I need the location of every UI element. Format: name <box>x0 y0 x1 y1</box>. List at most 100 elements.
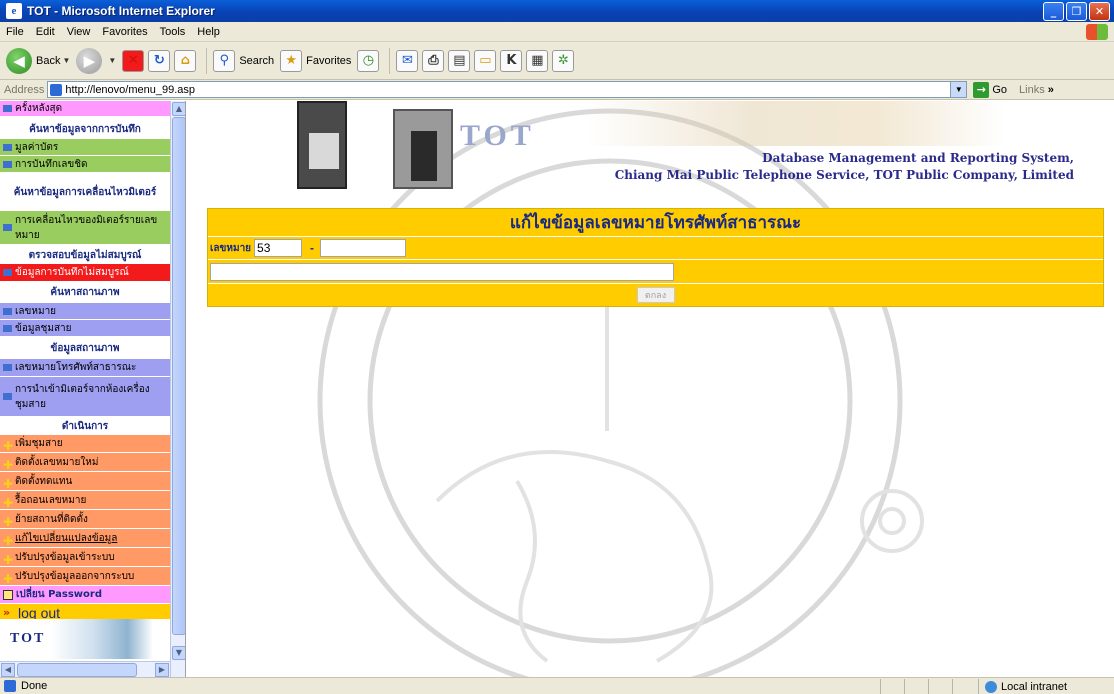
scroll-thumb[interactable] <box>172 117 185 635</box>
menu-item-label: ติดตั้งเลขหมายใหม่ <box>15 456 99 468</box>
menu-item-update-in[interactable]: ✚ ปรับปรุงข้อมูลเข้าระบบ <box>0 548 170 567</box>
bullet-icon <box>3 269 12 276</box>
number-row: เลขหมาย 53 - <box>208 237 1103 260</box>
scroll-right-icon[interactable]: ▶ <box>155 663 169 677</box>
menu-item-update-out[interactable]: ✚ ปรับปรุงข้อมูลออกจากระบบ <box>0 567 170 586</box>
menu-item-install-replace[interactable]: ✚ ติดตั้งทดแทน <box>0 472 170 491</box>
scroll-thumb[interactable] <box>17 663 137 677</box>
links-button[interactable]: Links » <box>1019 84 1054 96</box>
bullet-icon <box>3 393 12 400</box>
page-icon <box>4 680 16 692</box>
print-icon[interactable]: ⎙ <box>422 49 445 72</box>
menu-help[interactable]: Help <box>197 26 220 38</box>
page-icon <box>50 83 63 96</box>
chevron-down-icon[interactable]: ▼ <box>108 56 116 65</box>
system-title: Database Management and Reporting System… <box>762 151 1074 165</box>
menu-item-label: เลขหมายโทรศัพท์สาธารณะ <box>15 362 137 373</box>
menu-item-change-password[interactable]: เปลี่ยน Password <box>0 586 170 604</box>
detail-input[interactable] <box>210 262 674 281</box>
address-input[interactable]: http://lenovo/menu_99.asp ▼ <box>47 81 968 98</box>
menu-favorites[interactable]: Favorites <box>102 26 147 38</box>
mail-icon[interactable]: ✉ <box>396 49 419 72</box>
menu-item-public-phone-number[interactable]: เลขหมายโทรศัพท์สาธารณะ <box>0 359 170 377</box>
favorites-label: Favorites <box>306 54 352 67</box>
number-suffix-input[interactable] <box>320 239 407 257</box>
favorites-button[interactable]: ★ Favorites <box>280 49 352 72</box>
menu-item-label: แก้ไขเปลี่ยนแปลงข้อมูล <box>15 532 118 544</box>
home-icon[interactable]: ⌂ <box>174 49 197 72</box>
menu-item-latest[interactable]: ครั้งหลังสุด <box>0 101 170 117</box>
menu-item-meter-import[interactable]: การนำเข้ามิเตอร์จากห้องเครื่องชุมสาย <box>0 377 170 417</box>
scroll-left-icon[interactable]: ◀ <box>1 663 15 677</box>
menu-item-label: ครั้งหลังสุด <box>15 103 63 114</box>
menu-item-number[interactable]: เลขหมาย <box>0 303 170 320</box>
chevron-down-icon[interactable]: ▼ <box>950 82 967 97</box>
menu-item-card-value[interactable]: มูลค่าบัตร <box>0 139 170 156</box>
bullet-icon <box>3 364 12 371</box>
menu-file[interactable]: File <box>6 26 24 38</box>
key-icon <box>3 589 13 600</box>
tot-logo: TOT <box>460 119 535 152</box>
windows-logo-icon <box>1086 24 1108 40</box>
plus-icon: ✚ <box>3 476 14 491</box>
menu-item-exchange[interactable]: ข้อมูลชุมสาย <box>0 320 170 337</box>
menu-edit[interactable]: Edit <box>36 26 55 38</box>
search-button[interactable]: ⚲ Search <box>213 49 275 72</box>
window-title: TOT - Microsoft Internet Explorer <box>27 4 215 18</box>
edit-icon[interactable]: ▤ <box>448 49 471 72</box>
edit-number-form: แก้ไขข้อมูลเลขหมายโทรศัพท์สาธารณะ เลขหมา… <box>207 208 1104 307</box>
section-search-records: ค้นหาข้อมูลจากการบันทึก <box>0 119 170 139</box>
menu-item-edit-data[interactable]: ✚ แก้ไขเปลี่ยนแปลงข้อมูล <box>0 529 170 548</box>
submit-row: ตกลง <box>208 284 1103 306</box>
go-button[interactable]: → Go <box>973 81 1007 98</box>
research-icon[interactable]: ▦ <box>526 49 549 72</box>
scroll-up-icon[interactable]: ▲ <box>172 102 185 116</box>
messenger-icon[interactable]: ✲ <box>552 49 575 72</box>
close-button[interactable]: ✕ <box>1089 2 1110 21</box>
menu-item-install-new[interactable]: ✚ ติดตั้งเลขหมายใหม่ <box>0 453 170 472</box>
menu-item-relocate[interactable]: ✚ ย้ายสถานที่ติดตั้ง <box>0 510 170 529</box>
horizontal-scrollbar[interactable]: ◀ ▶ <box>0 661 170 677</box>
word-icon[interactable]: K <box>500 49 523 72</box>
menu-view[interactable]: View <box>67 26 91 38</box>
section-search-status: ค้นหาสถานภาพ <box>0 283 170 302</box>
bullet-icon <box>3 307 12 315</box>
vertical-scrollbar[interactable]: ▲ ▼ <box>170 101 185 677</box>
menu-item-incomplete-records[interactable]: ข้อมูลการบันทึกไม่สมบูรณ์ <box>0 264 170 282</box>
menu-item-meter-movement[interactable]: การเคลื่อนไหวของมิเตอร์รายเลขหมาย <box>0 211 170 245</box>
header-banner: TOT Database Management and Reporting Sy… <box>295 101 1074 191</box>
search-label: Search <box>239 54 275 67</box>
status-cell <box>904 679 928 694</box>
zone-text: Local intranet <box>1001 680 1068 693</box>
chevron-down-icon[interactable]: ▼ <box>62 56 70 65</box>
menu-tools[interactable]: Tools <box>160 26 186 38</box>
star-icon: ★ <box>280 49 303 72</box>
menu-bar: File Edit View Favorites Tools Help <box>0 22 1114 42</box>
forward-button[interactable]: ▶ ▼ <box>76 47 116 74</box>
folder-icon[interactable]: ▭ <box>474 49 497 72</box>
stop-icon[interactable]: ✕ <box>122 49 145 72</box>
status-done: Done <box>0 680 47 692</box>
menu-item-record-number[interactable]: การบันทึกเลขชิด <box>0 156 170 173</box>
company-title: Chiang Mai Public Telephone Service, TOT… <box>614 168 1074 182</box>
back-button[interactable]: ◀ Back ▼ <box>6 47 70 74</box>
form-heading: แก้ไขข้อมูลเลขหมายโทรศัพท์สาธารณะ <box>509 213 802 233</box>
refresh-icon[interactable]: ↻ <box>148 49 171 72</box>
history-icon[interactable]: ◷ <box>357 49 380 72</box>
minimize-button[interactable]: _ <box>1043 2 1064 21</box>
section-incomplete-data: ตรวจสอบข้อมูลไม่สมบูรณ์ <box>0 246 170 264</box>
menu-item-add-exchange[interactable]: ✚ เพิ่มชุมสาย <box>0 435 170 453</box>
number-dash: - <box>310 241 315 255</box>
menu-item-label: มูลค่าบัตร <box>15 141 59 153</box>
menu-item-label: เลขหมาย <box>15 305 57 317</box>
maximize-button[interactable]: ❐ <box>1066 2 1087 21</box>
ok-button[interactable]: ตกลง <box>636 287 675 303</box>
menu-item-label: ข้อมูลการบันทึกไม่สมบูรณ์ <box>15 267 129 278</box>
menu-item-label: การบันทึกเลขชิด <box>15 158 88 170</box>
number-prefix-input[interactable]: 53 <box>254 239 303 257</box>
toolbar-separator <box>389 47 391 74</box>
plus-icon: ✚ <box>3 495 14 510</box>
security-zone: Local intranet <box>978 679 1067 694</box>
menu-item-remove-number[interactable]: ✚ รื้อถอนเลขหมาย <box>0 491 170 510</box>
scroll-down-icon[interactable]: ▼ <box>172 646 185 660</box>
